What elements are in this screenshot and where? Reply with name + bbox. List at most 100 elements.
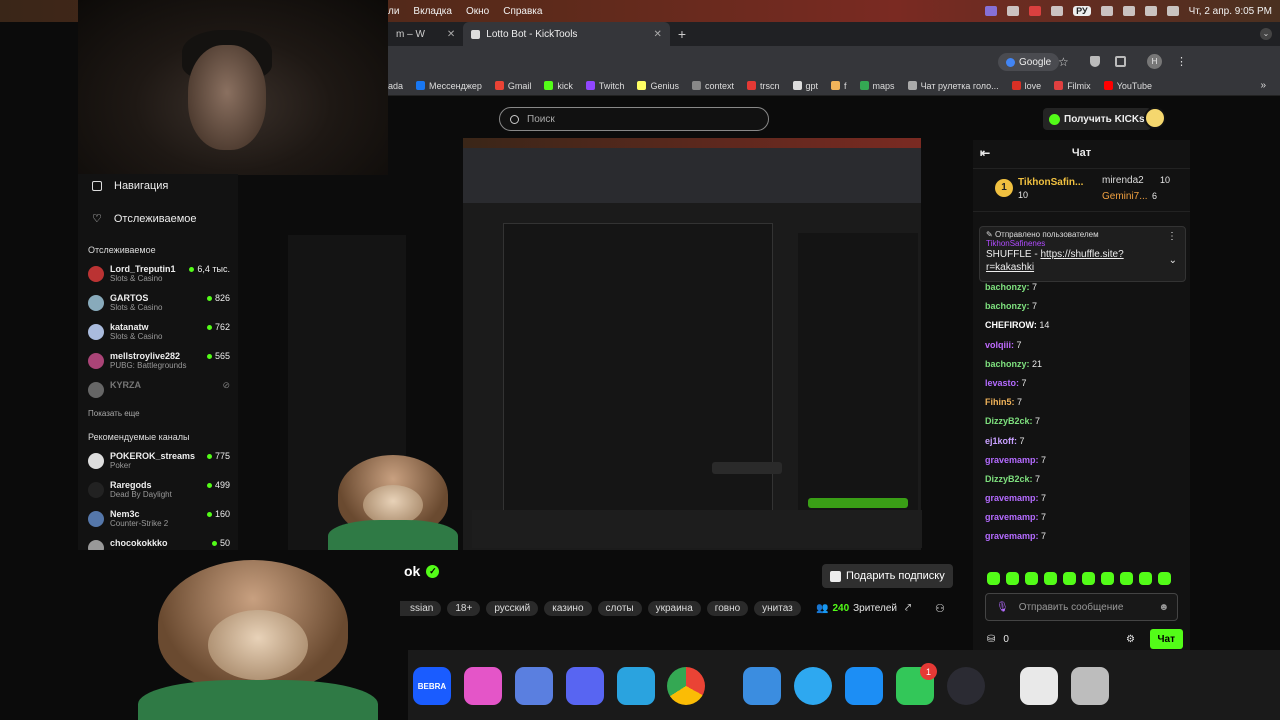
stream-tag[interactable]: ssian xyxy=(400,601,442,616)
browser-tab[interactable]: m – W ✕ xyxy=(388,22,463,46)
bookmark-item[interactable]: Filmix xyxy=(1054,81,1091,91)
more-options-icon[interactable]: ⋮ xyxy=(1167,231,1177,242)
emote-icon[interactable] xyxy=(987,572,1000,585)
chrome-icon[interactable] xyxy=(667,667,705,705)
chat-username[interactable]: bachonzy: xyxy=(985,359,1030,369)
bookmark-item[interactable]: Мессенджер xyxy=(416,81,482,91)
points-icon[interactable]: ⛁ xyxy=(987,634,995,645)
chat-username[interactable]: gravemamp: xyxy=(985,531,1039,541)
microphone-icon[interactable]: 🎙 xyxy=(996,602,1009,613)
bookmark-item[interactable]: kick xyxy=(544,81,573,91)
stream-tag[interactable]: говно xyxy=(706,601,749,616)
discord-icon[interactable] xyxy=(566,667,604,705)
send-chat-button[interactable]: Чат xyxy=(1149,629,1183,649)
bookmark-item[interactable]: gpt xyxy=(792,81,818,91)
sidebar-channel[interactable]: mellstroylive282 PUBG: Battlegrounds 565 xyxy=(78,346,238,375)
settings-icon[interactable]: ⚙ xyxy=(1126,634,1135,645)
user-avatar[interactable] xyxy=(1144,107,1166,129)
menubar-clock[interactable]: Чт, 2 апр. 9:05 PM xyxy=(1189,6,1272,17)
chat-username[interactable]: ej1koff: xyxy=(985,436,1017,446)
menu-item-window[interactable]: Окно xyxy=(466,6,489,17)
stream-tag[interactable]: слоты xyxy=(597,601,642,616)
gift-subscription-button[interactable]: Подарить подписку xyxy=(822,564,953,588)
battery-icon[interactable] xyxy=(1100,6,1113,16)
sidebar-channel[interactable]: Raregods Dead By Daylight 499 xyxy=(78,475,238,504)
new-tab-icon[interactable]: + xyxy=(678,26,686,42)
bookmark-item[interactable]: Genius xyxy=(637,81,679,91)
close-icon[interactable]: ✕ xyxy=(653,29,661,40)
more-menu-icon[interactable]: ⋮ xyxy=(1176,55,1187,68)
gifter-name[interactable]: Gemini7... xyxy=(1102,191,1148,202)
gifter-name[interactable]: TikhonSafin... xyxy=(1018,177,1083,188)
gifter-name[interactable]: mirenda2 xyxy=(1102,175,1144,186)
bookmark-item[interactable]: context xyxy=(691,81,734,91)
sidebar-channel[interactable]: katanatw Slots & Casino 762 xyxy=(78,317,238,346)
bookmark-item[interactable]: Twitch xyxy=(585,81,624,91)
chat-message-input[interactable]: 🎙 Отправить сообщение ☻ xyxy=(985,593,1178,621)
stream-tag[interactable]: русский xyxy=(486,601,539,616)
browser-tab-active[interactable]: Lotto Bot - KickTools ✕ xyxy=(463,22,670,46)
document-icon[interactable] xyxy=(1020,667,1058,705)
input-language-indicator[interactable]: РУ xyxy=(1073,6,1091,16)
bebra-app-icon[interactable]: BEBRA xyxy=(413,667,451,705)
show-more-link[interactable]: Показать еще xyxy=(78,403,238,424)
sidebar-channel[interactable]: Lord_Treputin1 Slots & Casino 6,4 тыс. xyxy=(78,259,238,288)
obs-icon[interactable] xyxy=(947,667,985,705)
chat-username[interactable]: volqiii: xyxy=(985,340,1014,350)
bookmark-item[interactable]: Gmail xyxy=(494,81,531,91)
search-engine-chip[interactable]: Google xyxy=(998,53,1060,71)
simulator-app-icon[interactable] xyxy=(515,667,553,705)
display-icon[interactable] xyxy=(1051,6,1064,16)
emote-icon[interactable] xyxy=(1063,572,1076,585)
stream-tag[interactable]: украина xyxy=(647,601,701,616)
emote-icon[interactable] xyxy=(1006,572,1019,585)
sidebar-following-toggle[interactable]: ♡ Отслеживаемое xyxy=(78,206,238,231)
get-kicks-button[interactable]: Получить KICKs xyxy=(1043,108,1151,130)
bookmark-item[interactable]: maps xyxy=(859,81,895,91)
emote-icon[interactable] xyxy=(1101,572,1114,585)
emote-icon[interactable] xyxy=(1082,572,1095,585)
trash-icon[interactable] xyxy=(1071,667,1109,705)
chat-username[interactable]: bachonzy: xyxy=(985,282,1030,292)
stream-tag[interactable]: казино xyxy=(544,601,592,616)
wifi-icon[interactable] xyxy=(1122,6,1135,16)
shield-icon[interactable] xyxy=(1090,56,1100,67)
menu-item-tab[interactable]: Вкладка xyxy=(413,6,452,17)
display-app-icon[interactable] xyxy=(464,667,502,705)
search-icon[interactable] xyxy=(1144,6,1157,16)
control-center-icon[interactable] xyxy=(1166,6,1179,16)
menu-item-help[interactable]: Справка xyxy=(503,6,542,17)
share-icon[interactable]: ⤤ xyxy=(905,602,911,615)
safari-icon[interactable] xyxy=(794,667,832,705)
chat-username[interactable]: CHEFIROW: xyxy=(985,320,1037,330)
emote-icon[interactable] xyxy=(1158,572,1171,585)
emote-icon[interactable] xyxy=(1120,572,1133,585)
search-input[interactable]: Поиск xyxy=(499,107,769,131)
tab-search-icon[interactable]: ⌄ xyxy=(1260,28,1272,40)
chat-username[interactable]: bachonzy: xyxy=(985,301,1030,311)
bookmark-star-icon[interactable]: ☆ xyxy=(1058,55,1069,69)
chat-username[interactable]: gravemamp: xyxy=(985,455,1039,465)
screen-record-icon[interactable] xyxy=(985,6,998,16)
finder-icon[interactable] xyxy=(743,667,781,705)
telegram-icon[interactable] xyxy=(617,667,655,705)
sidebar-channel-offline[interactable]: KYRZA ⊘ xyxy=(78,375,238,403)
sidebar-channel[interactable]: POKEROK_streams Poker 775 xyxy=(78,446,238,475)
bookmark-item[interactable]: ada xyxy=(388,81,403,91)
bluetooth-icon[interactable] xyxy=(1007,6,1020,16)
sidebar-channel[interactable]: Nem3c Counter-Strike 2 160 xyxy=(78,504,238,533)
streamer-name[interactable]: ok ✓ xyxy=(404,563,440,579)
collapse-chat-icon[interactable]: ⇤ xyxy=(980,146,990,160)
emote-icon[interactable] xyxy=(1139,572,1152,585)
chat-username[interactable]: DizzyB2ck: xyxy=(985,416,1033,426)
chat-username[interactable]: gravemamp: xyxy=(985,512,1039,522)
emote-icon[interactable] xyxy=(1025,572,1038,585)
emoji-icon[interactable]: ☻ xyxy=(1158,602,1169,613)
chat-username[interactable]: gravemamp: xyxy=(985,493,1039,503)
bookmark-item[interactable]: love xyxy=(1011,81,1041,91)
menu-item-edit[interactable]: ли xyxy=(388,6,399,17)
pinned-username[interactable]: TikhonSafinenes xyxy=(986,239,1179,248)
sidebar-channel[interactable]: GARTOS Slots & Casino 826 xyxy=(78,288,238,317)
stream-tag[interactable]: 18+ xyxy=(447,601,481,616)
stream-tag[interactable]: унитаз xyxy=(754,601,801,616)
